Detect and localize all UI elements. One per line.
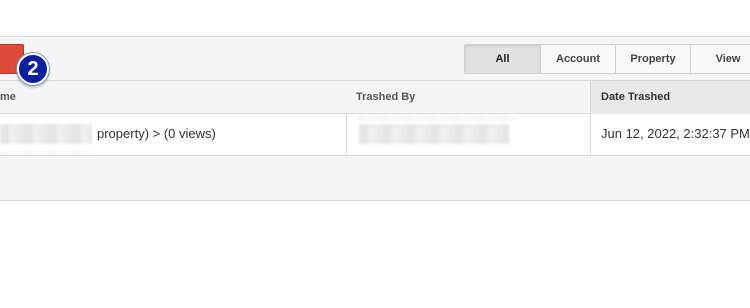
table-row[interactable]: property) > (0 views) Jun 12, 2022, 2:32…: [0, 114, 750, 156]
redacted-user-blur-trail: [357, 115, 515, 121]
cell-name-text: property) > (0 views): [97, 126, 216, 141]
filter-property-button[interactable]: Property: [615, 44, 691, 74]
table-header: me Trashed By Date Trashed: [0, 80, 750, 114]
cell-trashed-by: [346, 114, 590, 155]
trash-table: me Trashed By Date Trashed property) > (…: [0, 80, 750, 156]
column-header-trashed-by[interactable]: Trashed By: [346, 81, 590, 114]
filter-account-button[interactable]: Account: [540, 44, 616, 74]
filter-segmented-control: All Account Property View: [464, 44, 750, 74]
redacted-user-blur: [359, 124, 509, 144]
filter-view-button[interactable]: View: [690, 44, 750, 74]
filter-all-button[interactable]: All: [464, 44, 541, 74]
cell-name: property) > (0 views): [0, 114, 346, 156]
column-header-date-trashed[interactable]: Date Trashed: [590, 81, 750, 114]
column-header-name[interactable]: me: [0, 81, 346, 114]
cell-date-trashed: Jun 12, 2022, 2:32:37 PM: [590, 114, 750, 155]
step-number-badge: 2: [17, 53, 49, 85]
table-footer: [0, 156, 750, 201]
toolbar: All Account Property View: [0, 36, 750, 80]
redacted-name-blur: [0, 124, 92, 144]
